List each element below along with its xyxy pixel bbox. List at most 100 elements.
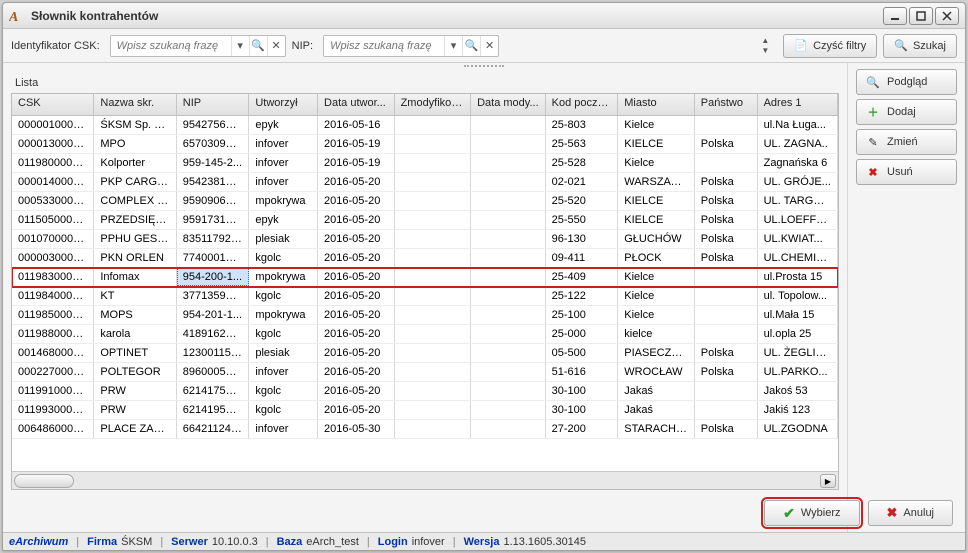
cell: [395, 249, 472, 267]
table-row[interactable]: 000001000000ŚKSM Sp. z o.o.9542756472epy…: [12, 116, 838, 135]
cell: 011984000000: [12, 287, 94, 305]
check-icon: ✔: [783, 505, 795, 522]
edit-button[interactable]: ✎ Zmień: [856, 129, 957, 155]
column-header[interactable]: Miasto: [618, 94, 695, 115]
csk-search-input[interactable]: [111, 36, 231, 56]
table-row[interactable]: 011505000000PRZEDSIĘBI...9591731791epyk2…: [12, 211, 838, 230]
close-button[interactable]: [935, 7, 959, 25]
dropdown-icon[interactable]: ▾: [231, 36, 249, 56]
cell: ul.Mała 15: [758, 306, 838, 324]
cell: Jakaś: [618, 401, 695, 419]
nip-search-input[interactable]: [324, 36, 444, 56]
search-icon[interactable]: 🔍: [249, 36, 267, 56]
cell: 3771359516: [177, 287, 250, 305]
clear-icon[interactable]: ✕: [480, 36, 498, 56]
delete-label: Usuń: [887, 166, 913, 178]
add-button[interactable]: ＋ Dodaj: [856, 99, 957, 125]
column-header[interactable]: Data mody...: [471, 94, 546, 115]
scroll-down-icon[interactable]: ▼: [757, 46, 773, 56]
cell: mpokrywa: [249, 192, 318, 210]
table-row[interactable]: 011988000000karola4189162592kgolc2016-05…: [12, 325, 838, 344]
cell: 30-100: [546, 382, 619, 400]
table-row[interactable]: 000013000000MPO6570309128infover2016-05-…: [12, 135, 838, 154]
table-row[interactable]: 000227000000POLTEGOR8960005532infover201…: [12, 363, 838, 382]
cancel-label: Anuluj: [903, 507, 934, 519]
status-app: eArchiwum: [9, 536, 68, 548]
cell: Polska: [695, 230, 758, 248]
app-icon: A: [9, 8, 25, 24]
table-row[interactable]: 011985000000MOPS954-201-1...mpokrywa2016…: [12, 306, 838, 325]
choose-button[interactable]: ✔ Wybierz: [764, 500, 859, 526]
scrollbar-thumb[interactable]: [14, 474, 74, 488]
table-row[interactable]: 011984000000KT3771359516kgolc2016-05-202…: [12, 287, 838, 306]
table-row[interactable]: 011983000000Infomax954-200-1...mpokrywa2…: [12, 268, 838, 287]
cell: karola: [94, 325, 176, 343]
search-button[interactable]: 🔍 Szukaj: [883, 34, 957, 58]
search-icon[interactable]: 🔍: [462, 36, 480, 56]
column-header[interactable]: Nazwa skr.: [94, 94, 176, 115]
table-row[interactable]: 011991000000PRW6214175323kgolc2016-05-20…: [12, 382, 838, 401]
cell: KIELCE: [618, 135, 695, 153]
magnifier-icon: 🔍: [894, 39, 908, 52]
cell: 011993000000: [12, 401, 94, 419]
cell: PRZEDSIĘBI...: [94, 211, 176, 229]
cell: WROCŁAW: [618, 363, 695, 381]
cell: kgolc: [249, 325, 318, 343]
cell: 000533000000: [12, 192, 94, 210]
column-header[interactable]: Utworzył: [249, 94, 318, 115]
window-controls: [883, 7, 959, 25]
column-header[interactable]: Państwo: [695, 94, 758, 115]
cell: 2016-05-20: [318, 382, 395, 400]
cell: 2016-05-20: [318, 230, 395, 248]
cell: 27-200: [546, 420, 619, 438]
list-caption: Lista: [15, 69, 839, 91]
table-row[interactable]: 011993000000PRW6214195323kgolc2016-05-20…: [12, 401, 838, 420]
scroll-right-icon[interactable]: ▶: [820, 474, 836, 488]
cell: Polska: [695, 192, 758, 210]
cell: [471, 325, 546, 343]
cell: Zagnańska 6: [758, 154, 838, 172]
column-header[interactable]: Zmodyfikował: [395, 94, 472, 115]
cell: 25-409: [546, 268, 619, 286]
table-row[interactable]: 011980000000Kolporter959-145-2...infover…: [12, 154, 838, 173]
minimize-button[interactable]: [883, 7, 907, 25]
cell: epyk: [249, 116, 318, 134]
table-row[interactable]: 000003000000PKN ORLEN7740001454kgolc2016…: [12, 249, 838, 268]
clear-filters-button[interactable]: 📄 Czyść filtry: [783, 34, 877, 58]
delete-button[interactable]: ✖ Usuń: [856, 159, 957, 185]
cell: 2016-05-20: [318, 192, 395, 210]
column-header[interactable]: Adres 1: [758, 94, 838, 115]
dropdown-icon[interactable]: ▾: [444, 36, 462, 56]
cell: [471, 249, 546, 267]
cell: infover: [249, 154, 318, 172]
cell: [471, 230, 546, 248]
preview-button[interactable]: 🔍 Podgląd: [856, 69, 957, 95]
horizontal-scrollbar[interactable]: ▶: [12, 471, 838, 489]
column-header[interactable]: Kod pocztowy: [546, 94, 619, 115]
cancel-button[interactable]: ✖ Anuluj: [868, 500, 953, 526]
splitter-grip[interactable]: [464, 65, 504, 69]
cell: 25-550: [546, 211, 619, 229]
grid-body[interactable]: 000001000000ŚKSM Sp. z o.o.9542756472epy…: [12, 116, 838, 471]
cell: [471, 268, 546, 286]
maximize-button[interactable]: [909, 7, 933, 25]
column-header[interactable]: CSK: [12, 94, 94, 115]
cell: 000013000000: [12, 135, 94, 153]
table-row[interactable]: 001468000000OPTINET1230011539plesiak2016…: [12, 344, 838, 363]
scroll-up-icon[interactable]: ▲: [757, 36, 773, 46]
column-header[interactable]: Data utwor...: [318, 94, 395, 115]
cell: [395, 116, 472, 134]
status-serwer-label: Serwer: [171, 536, 208, 548]
grid: CSKNazwa skr.NIPUtworzyłData utwor...Zmo…: [11, 93, 839, 490]
table-row[interactable]: 000533000000COMPLEX CO...9590906567mpokr…: [12, 192, 838, 211]
cell: 001070000000: [12, 230, 94, 248]
cell: 000001000000: [12, 116, 94, 134]
column-header[interactable]: NIP: [177, 94, 250, 115]
table-row[interactable]: 006486000000PLACE ZABA...6642112494infov…: [12, 420, 838, 439]
cell: mpokrywa: [249, 306, 318, 324]
table-row[interactable]: 000014000000PKP CARGO S.A9542381960infov…: [12, 173, 838, 192]
table-row[interactable]: 001070000000PPHU GESSE...8351179218plesi…: [12, 230, 838, 249]
cell: [395, 230, 472, 248]
cell: 6570309128: [177, 135, 250, 153]
clear-icon[interactable]: ✕: [267, 36, 285, 56]
